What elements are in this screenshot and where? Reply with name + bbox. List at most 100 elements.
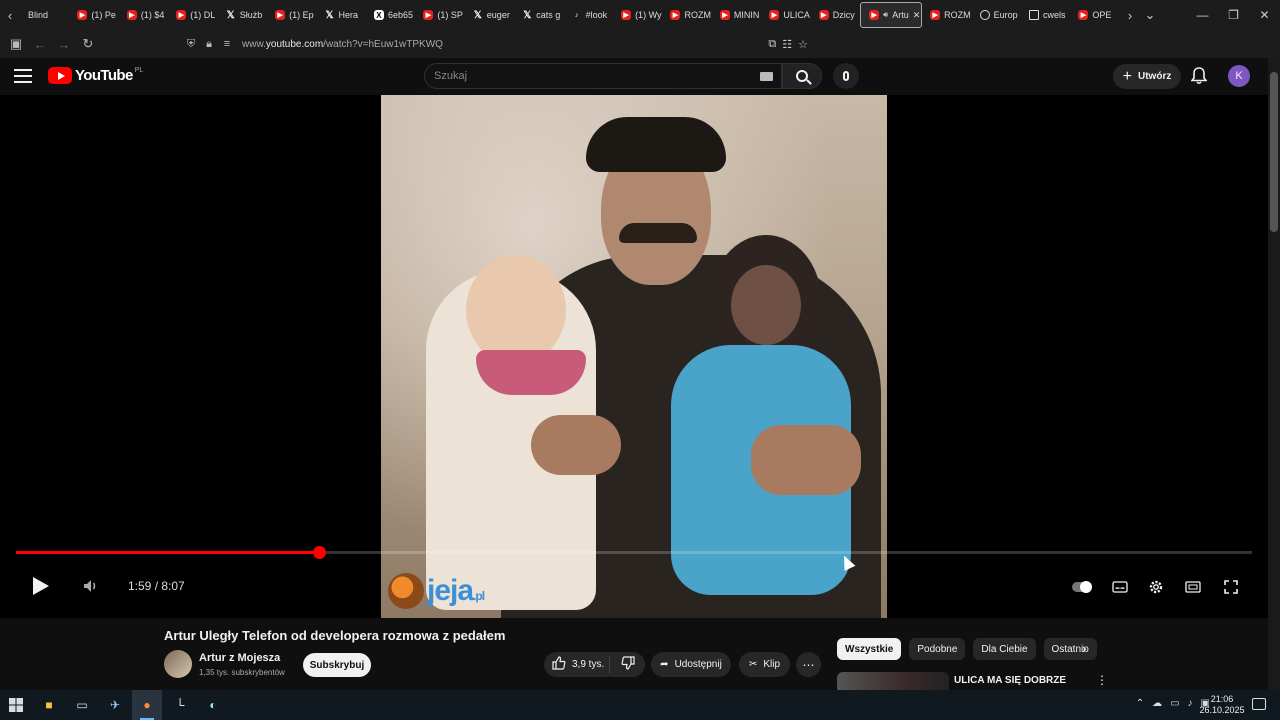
channel-avatar[interactable] [164, 650, 192, 678]
taskbar-clock[interactable]: 21:06 26.10.2025 [1198, 694, 1246, 716]
autoplay-toggle[interactable] [1072, 577, 1092, 597]
browser-tab[interactable]: ▶ (1) Pe [69, 2, 118, 28]
notifications-bell-icon[interactable] [1190, 67, 1208, 85]
browser-tab[interactable]: cwels [1021, 2, 1070, 28]
browser-tab[interactable]: X 6eb65 [366, 2, 415, 28]
browser-tab[interactable]: Blind [20, 2, 69, 28]
clip-button[interactable]: ✂ Klip [739, 652, 790, 677]
audio-playing-icon[interactable]: 🔊︎ [883, 10, 888, 20]
tab-list-chevron-down-icon[interactable]: ⌄ [1140, 0, 1160, 30]
browser-tab[interactable]: ♪ #look [564, 2, 613, 28]
youtube-favicon-icon: ▶ [621, 10, 632, 20]
settings-gear-icon[interactable] [1146, 577, 1166, 597]
app-globe-icon[interactable]: ◐ [204, 696, 222, 714]
theater-mode-icon[interactable] [1183, 577, 1203, 597]
create-label: Utwórz [1138, 71, 1172, 82]
url-text[interactable]: www.youtube.com/watch?v=hEuw1wTPKWQ [242, 39, 443, 50]
browser-tab[interactable]: ▶ (1) $4 [119, 2, 168, 28]
permissions-icon[interactable]: ≡ [218, 38, 236, 50]
channel-name[interactable]: Artur z Mojesza [199, 652, 280, 664]
browser-tab[interactable]: ▶ (1) Wy [613, 2, 662, 28]
clock-time: 21:06 [1210, 694, 1234, 704]
shield-icon[interactable]: ⛨ [182, 38, 200, 51]
tab-scroll-left-icon[interactable]: ‹ [0, 0, 20, 30]
forward-arrow-icon[interactable]: → [52, 30, 76, 58]
youtube-logo[interactable]: YouTube PL [48, 67, 143, 84]
share-arrow-icon: ➦ [660, 659, 669, 670]
close-window-icon[interactable]: ✕ [1249, 0, 1280, 30]
network-icon[interactable]: ▭ [1170, 698, 1179, 709]
tab-active[interactable]: ▶ 🔊︎ Artu ✕ [860, 2, 923, 28]
computer-monitor-icon[interactable]: ▭ [73, 696, 91, 714]
create-button[interactable]: + Utwórz [1113, 64, 1181, 89]
reader-view-icon[interactable]: ☷ [782, 38, 792, 51]
back-arrow-icon[interactable]: ← [28, 30, 52, 58]
browser-tab[interactable]: ▶ (1) Ep [267, 2, 316, 28]
browser-tab[interactable]: 𝕏cats g [514, 2, 563, 28]
page-scrollbar[interactable] [1268, 58, 1280, 690]
tray-chevron-up-icon[interactable]: ⌃ [1136, 698, 1144, 709]
url-bar[interactable]: ⛨ 🔒︎ ≡ www.youtube.com/watch?v=hEuw1wTPK… [182, 33, 1048, 55]
browser-tab[interactable]: Europ [972, 2, 1021, 28]
recommendation-menu-icon[interactable]: ⋮ [1096, 673, 1108, 687]
dislike-button[interactable] [610, 656, 645, 673]
browser-tab[interactable]: ▶ MININ [712, 2, 761, 28]
fullscreen-icon[interactable] [1221, 577, 1241, 597]
chip-wszystkie[interactable]: Wszystkie [837, 638, 902, 660]
hamburger-menu-icon[interactable] [14, 69, 32, 83]
notification-center-icon[interactable] [1252, 698, 1266, 710]
keyboard-icon[interactable] [760, 72, 773, 81]
firefox-icon[interactable]: ● [138, 696, 156, 714]
progress-scrubber[interactable] [312, 546, 326, 559]
more-actions-icon[interactable]: ⋯ [796, 652, 821, 677]
close-tab-icon[interactable]: ✕ [913, 10, 921, 21]
subscribe-button[interactable]: Subskrybuj [303, 653, 371, 677]
browser-tab[interactable]: ▶ (1) SP [415, 2, 464, 28]
video-player[interactable]: jeja.pl 1:59 / 8:07 [0, 95, 1268, 618]
account-avatar[interactable]: K [1228, 65, 1250, 87]
chip-dla-ciebie[interactable]: Dla Ciebie [973, 638, 1036, 660]
lock-icon[interactable]: 🔒︎ [200, 38, 218, 51]
tab-label: Dzicy [832, 10, 855, 20]
search-button[interactable] [782, 63, 822, 89]
chips-next-chevron-icon[interactable]: › [1082, 640, 1087, 656]
browser-tab[interactable]: ▶ ROZM [922, 2, 971, 28]
progress-bar[interactable] [16, 546, 1252, 559]
tab-label: Służb [239, 10, 263, 20]
youtube-favicon-icon: ▶ [818, 10, 829, 20]
scrollbar-thumb[interactable] [1270, 72, 1278, 232]
restore-icon[interactable]: ❐ [1218, 0, 1249, 30]
browser-tab[interactable]: ▶ (1) DL [168, 2, 217, 28]
picture-in-picture-icon[interactable]: ⧉ [768, 38, 776, 51]
sidebar-toggle-icon[interactable]: ▣ [4, 30, 28, 58]
steam-icon[interactable]: ✈ [106, 696, 124, 714]
chip-ostatnio[interactable]: Ostatnio [1043, 638, 1097, 660]
browser-tab[interactable]: ▶ OPE [1070, 2, 1119, 28]
subtitles-icon[interactable] [1110, 577, 1130, 597]
bookmark-star-icon[interactable]: ☆ [798, 38, 808, 51]
speaker-icon[interactable]: ♪ [1188, 698, 1193, 709]
share-button[interactable]: ➦ Udostępnij [651, 652, 731, 677]
browser-tab[interactable]: ▶ ULICA [761, 2, 810, 28]
recommendation-title[interactable]: ULICA MA SIĘ DOBRZE [954, 675, 1066, 686]
chip-podobne[interactable]: Podobne [909, 638, 966, 660]
like-button[interactable]: 3,9 tys. [544, 656, 610, 673]
browser-tab[interactable]: 𝕏euger [465, 2, 514, 28]
country-code: PL [134, 67, 144, 74]
browser-tab[interactable]: 𝕏 Służb [218, 2, 267, 28]
voice-search-button[interactable] [833, 63, 859, 89]
reload-icon[interactable]: ↻ [76, 30, 100, 58]
tab-scroll-right-icon[interactable]: › [1120, 0, 1140, 30]
browser-tab[interactable]: ▶ Dzicy [811, 2, 860, 28]
minimize-icon[interactable]: — [1187, 0, 1218, 30]
search-input[interactable]: Szukaj [424, 63, 782, 89]
browser-tab[interactable]: ▶ ROZM [662, 2, 711, 28]
like-count: 3,9 tys. [572, 659, 605, 670]
play-button[interactable] [33, 577, 49, 595]
file-explorer-icon[interactable]: ■ [40, 696, 58, 714]
cloud-icon[interactable]: ☁ [1152, 698, 1162, 709]
windows-start-icon[interactable] [7, 696, 25, 714]
browser-tab[interactable]: 𝕏 Hera [317, 2, 366, 28]
app-l-icon[interactable]: └ [171, 696, 189, 714]
volume-icon[interactable] [82, 577, 100, 595]
